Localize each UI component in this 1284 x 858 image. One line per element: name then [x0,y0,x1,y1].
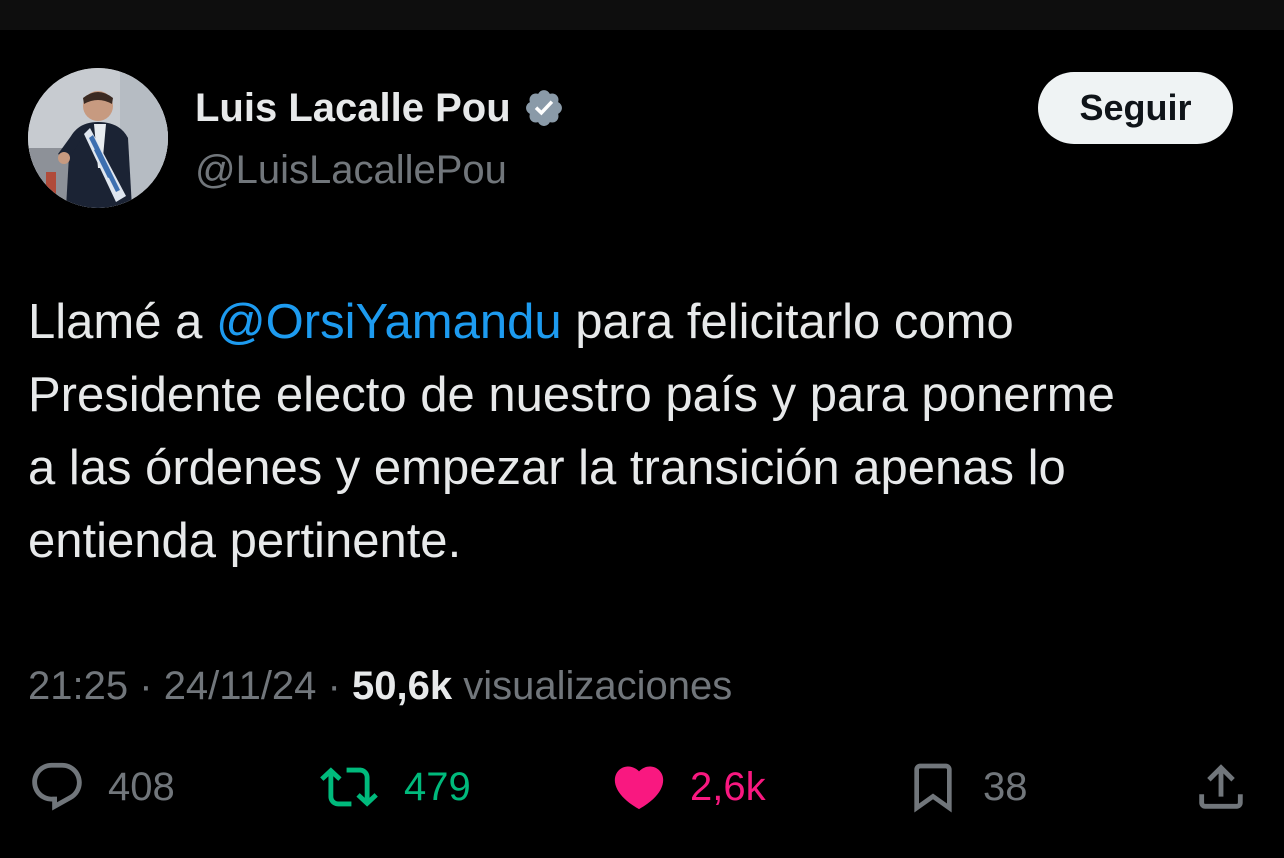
tweet-line-2: Presidente electo de nuestro país y para… [28,368,1115,422]
meta-separator: · [139,664,153,708]
top-bar [0,0,1284,30]
author-handle[interactable]: @LuisLacallePou [195,144,507,196]
share-icon [1199,764,1243,809]
follow-button[interactable]: Seguir [1038,72,1233,144]
tweet-line-4: entienda pertinente. [28,514,462,568]
tweet-time[interactable]: 21:25 [28,664,128,708]
tweet-line-1: Llamé a @OrsiYamandu para felicitarlo co… [28,286,1258,359]
tweet-text-start: Llamé a [28,295,216,349]
bookmark-count: 38 [983,764,1028,809]
bookmark-button[interactable]: 38 [905,752,1028,822]
share-button[interactable] [1192,752,1250,822]
avatar[interactable] [28,68,168,208]
tweet-text: Llamé a @OrsiYamandu para felicitarlo co… [28,286,1258,578]
heart-icon [614,766,664,810]
views-label[interactable]: visualizaciones [463,664,732,708]
views-count[interactable]: 50,6k [352,664,452,708]
reply-button[interactable]: 408 [28,752,175,822]
tweet-meta: 21:25 · 24/11/24 · 50,6k visualizaciones [28,658,732,714]
reply-count: 408 [108,764,175,809]
retweet-count: 479 [404,764,471,809]
like-count: 2,6k [690,764,766,809]
tweet-date[interactable]: 24/11/24 [164,664,317,708]
verified-badge-icon[interactable] [523,87,565,129]
like-button[interactable]: 2,6k [610,752,766,822]
bookmark-icon [914,763,952,813]
reply-icon [32,762,82,811]
tweet-text-line1-end: para felicitarlo como [561,295,1014,349]
retweet-button[interactable]: 479 [316,752,471,822]
retweet-icon [320,767,378,807]
mention-link[interactable]: @OrsiYamandu [216,295,562,349]
author-name-row[interactable]: Luis Lacalle Pou [195,82,565,134]
tweet-line-3: a las órdenes y empezar la transición ap… [28,441,1066,495]
avatar-photo [28,68,168,208]
author-display-name[interactable]: Luis Lacalle Pou [195,82,511,134]
meta-separator: · [327,664,341,708]
